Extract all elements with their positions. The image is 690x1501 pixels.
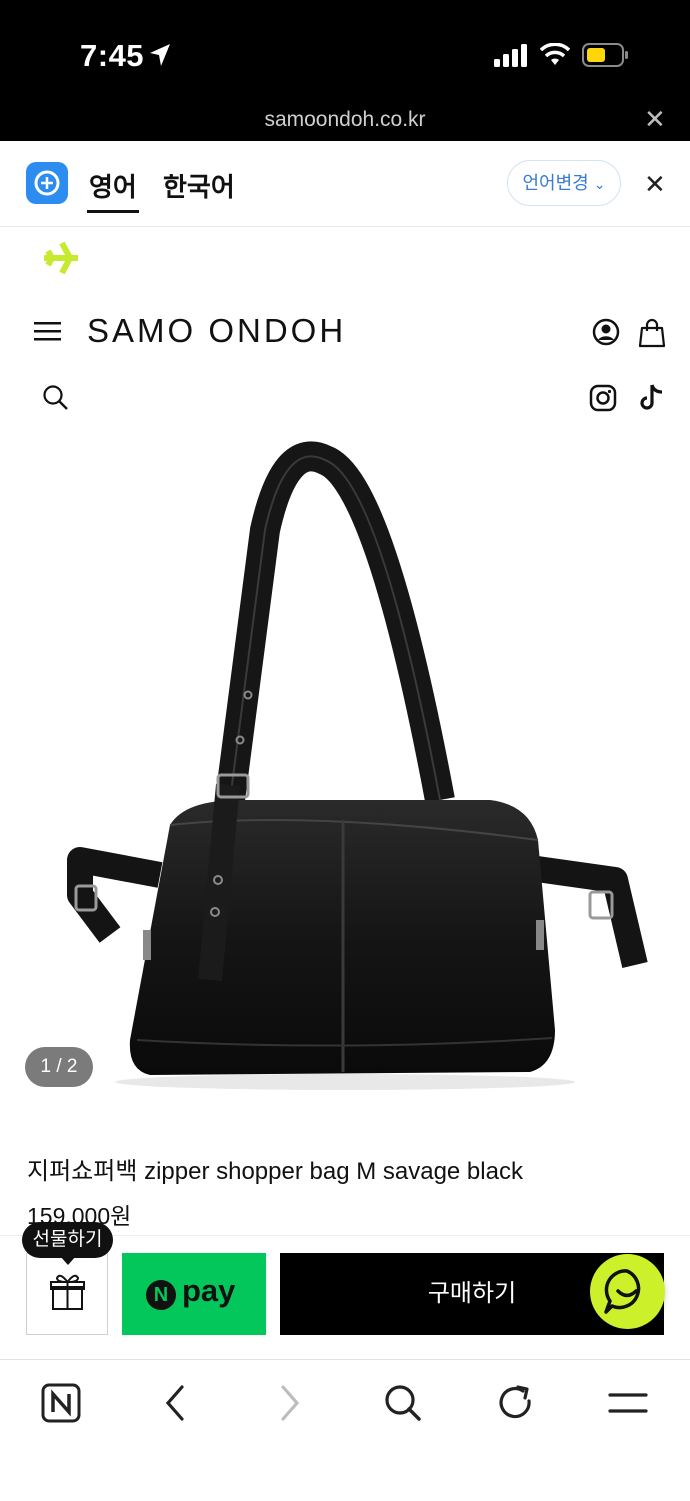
address-domain[interactable]: samoondoh.co.kr	[0, 108, 690, 132]
naver-pay-label: pay	[182, 1273, 236, 1308]
brand-logo[interactable]: SAMO ONDOH	[87, 312, 346, 350]
gift-button[interactable]	[26, 1253, 108, 1335]
status-time: 7:45	[80, 38, 145, 73]
chevron-down-icon: ⌄	[593, 176, 606, 192]
instagram-icon[interactable]	[589, 384, 617, 412]
search-icon[interactable]	[383, 1383, 423, 1423]
gift-tooltip: 선물하기	[22, 1222, 113, 1258]
translate-logo-icon	[26, 162, 68, 204]
user-icon[interactable]	[592, 318, 620, 346]
search-icon[interactable]	[42, 384, 70, 412]
refresh-icon[interactable]	[496, 1383, 536, 1423]
battery-icon	[582, 43, 628, 67]
cellular-signal-icon	[494, 44, 527, 67]
shopping-bag-icon[interactable]	[638, 318, 666, 348]
wifi-icon	[540, 43, 570, 65]
tab-english[interactable]: 영어	[89, 167, 137, 204]
active-tab-indicator	[87, 210, 139, 213]
menu-icon[interactable]	[34, 320, 62, 344]
menu-icon[interactable]	[608, 1383, 648, 1423]
location-arrow-icon	[150, 44, 170, 66]
naver-pay-badge: N	[146, 1280, 176, 1310]
tiktok-icon[interactable]	[640, 383, 666, 413]
product-image[interactable]	[60, 440, 660, 1100]
image-counter: 1 / 2	[25, 1047, 93, 1087]
gift-tooltip-arrow	[60, 1256, 76, 1265]
browser-toolbar	[0, 1359, 690, 1501]
change-language-button[interactable]: 언어변경 ⌄	[507, 160, 621, 206]
tab-korean[interactable]: 한국어	[163, 167, 235, 204]
translate-bar: 영어 한국어 언어변경 ⌄ ✕	[0, 141, 690, 227]
change-language-label: 언어변경	[522, 173, 589, 193]
gift-icon	[50, 1274, 85, 1310]
naver-home-icon[interactable]	[41, 1383, 81, 1423]
close-translate-icon[interactable]: ✕	[644, 171, 666, 197]
forward-icon[interactable]	[275, 1383, 305, 1423]
naver-pay-button[interactable]: N pay	[122, 1253, 266, 1335]
chat-button[interactable]	[590, 1254, 665, 1329]
plane-icon	[44, 241, 78, 275]
close-icon[interactable]: ✕	[644, 106, 666, 132]
back-icon[interactable]	[160, 1383, 190, 1423]
chat-icon	[604, 1269, 641, 1314]
product-title: 지퍼쇼퍼백 zipper shopper bag M savage black	[27, 1158, 523, 1185]
